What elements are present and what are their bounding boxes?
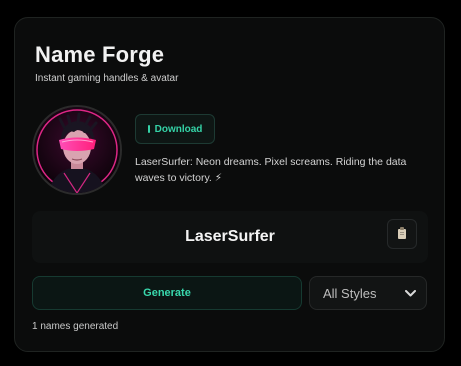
clipboard-icon [398, 227, 406, 239]
generate-button[interactable]: Generate [32, 276, 302, 310]
style-select-value: All Styles [323, 285, 377, 301]
download-button[interactable]: Download [135, 114, 215, 144]
generated-name: LaserSurfer [185, 228, 275, 245]
copy-button[interactable] [387, 219, 417, 249]
bio-text: LaserSurfer: Neon dreams. Pixel screams.… [135, 156, 407, 184]
generated-name-panel: LaserSurfer [32, 211, 428, 263]
chevron-down-icon [405, 290, 416, 297]
app-subtitle: Instant gaming handles & avatar [35, 73, 179, 84]
style-select[interactable]: All Styles [309, 276, 427, 310]
cyberpunk-avatar-image [34, 107, 120, 193]
avatar [32, 105, 122, 195]
download-icon [147, 125, 150, 133]
app-title: Name Forge [35, 42, 165, 67]
names-generated-count: 1 names generated [32, 321, 119, 332]
download-label: Download [154, 123, 203, 135]
